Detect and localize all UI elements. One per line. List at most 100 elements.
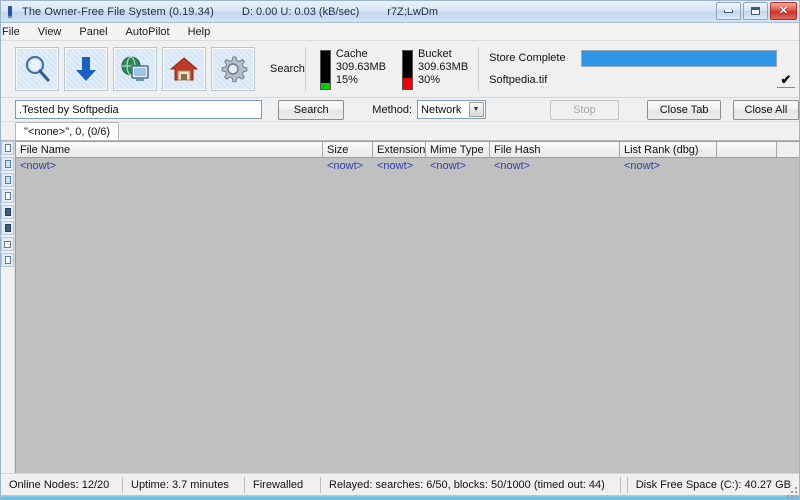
application-window: The Owner-Free File System (0.19.34) D: … bbox=[0, 0, 800, 500]
toolbar-settings-button[interactable] bbox=[211, 47, 255, 91]
cache-gauge-fill bbox=[320, 83, 330, 89]
menu-bar: File View Panel AutoPilot Help bbox=[1, 23, 799, 41]
search-button[interactable]: Search bbox=[278, 99, 345, 120]
menu-panel[interactable]: Panel bbox=[70, 24, 116, 40]
store-file-row: Softpedia.tif ✔ bbox=[489, 69, 795, 91]
cell-file-hash: <nowt> bbox=[494, 159, 531, 172]
cell-extra bbox=[717, 158, 777, 173]
status-relayed: Relayed: searches: 6/50, blocks: 50/1000… bbox=[321, 476, 621, 493]
network-globe-icon bbox=[121, 56, 149, 81]
download-arrow-icon bbox=[76, 57, 96, 81]
store-progress-fill bbox=[582, 50, 776, 66]
menu-autopilot[interactable]: AutoPilot bbox=[117, 24, 179, 40]
search-input[interactable] bbox=[15, 100, 263, 119]
home-icon bbox=[169, 57, 199, 81]
store-file-name: Softpedia.tif bbox=[489, 74, 548, 86]
close-all-button[interactable]: Close All bbox=[732, 99, 800, 120]
column-header-list-rank-dbg[interactable]: List Rank (dbg) bbox=[620, 142, 717, 157]
store-status-row: Store Complete bbox=[489, 47, 795, 69]
bucket-gauge-label: Bucket bbox=[418, 48, 452, 60]
status-online-nodes: Online Nodes: 12/20 bbox=[1, 476, 123, 493]
window-controls: ✕ bbox=[716, 2, 797, 20]
paste-icon[interactable] bbox=[1, 221, 14, 235]
stop-button[interactable]: Stop bbox=[549, 99, 620, 120]
bucket-gauge: Bucket 309.63MB 30% bbox=[402, 48, 468, 90]
close-icon: ✕ bbox=[778, 4, 789, 17]
method-select[interactable]: Network ▼ bbox=[417, 100, 486, 119]
cell-extension: <nowt> bbox=[377, 159, 414, 172]
new-file-icon[interactable] bbox=[1, 141, 14, 155]
column-header-mime-type[interactable]: Mime Type bbox=[426, 142, 490, 157]
window-net-stats: D: 0.00 U: 0.03 (kB/sec) bbox=[241, 5, 360, 18]
column-header-file-hash[interactable]: File Hash bbox=[490, 142, 620, 157]
main-area: File Name Size Extension Mime Type File Hash… bbox=[1, 141, 799, 473]
file-list-panel: File Name Size Extension Mime Type File Hash… bbox=[15, 141, 799, 473]
cache-gauge-bar bbox=[319, 50, 331, 90]
open-file-icon[interactable] bbox=[1, 157, 14, 171]
column-header-size[interactable]: Size bbox=[323, 142, 373, 157]
store-status-label: Store Complete bbox=[489, 52, 566, 64]
cache-gauge-percent: 15% bbox=[335, 74, 358, 86]
toolbar: Search Cache 309.63MB 15% Bucket 309.63M… bbox=[1, 41, 799, 98]
column-header-file-name[interactable]: File Name bbox=[16, 142, 323, 157]
file-list-rows: <nowt><nowt><nowt><nowt><nowt><nowt> SOF… bbox=[16, 158, 799, 473]
window-bottom-edge bbox=[1, 495, 799, 499]
column-header-blank[interactable] bbox=[717, 142, 777, 157]
resize-grip[interactable] bbox=[785, 485, 797, 497]
window-node-code: r7Z;LwDm bbox=[387, 5, 439, 18]
cut-icon[interactable] bbox=[1, 205, 14, 219]
side-toolbar bbox=[1, 141, 15, 473]
status-bar: Online Nodes: 12/20 Uptime: 3.7 minutes … bbox=[1, 473, 799, 497]
search-bar: Search Method: Network ▼ Stop Close Tab … bbox=[1, 98, 800, 122]
magnifier-icon bbox=[26, 56, 50, 82]
store-progress-panel: Store Complete Softpedia.tif ✔ bbox=[479, 41, 799, 97]
file-list-header: File Name Size Extension Mime Type File Hash… bbox=[16, 142, 799, 158]
minimize-icon bbox=[724, 9, 733, 13]
cache-gauge-label: Cache bbox=[335, 48, 368, 60]
menu-view[interactable]: View bbox=[29, 24, 71, 40]
maximize-button[interactable] bbox=[743, 2, 768, 20]
close-tab-button[interactable]: Close Tab bbox=[647, 99, 721, 120]
cell-list-rank: <nowt> bbox=[624, 159, 661, 172]
menu-help[interactable]: Help bbox=[179, 24, 220, 40]
bucket-gauge-percent: 30% bbox=[418, 74, 441, 86]
status-disk-free: Disk Free Space (C:): 40.27 GB bbox=[626, 476, 799, 493]
window-title: The Owner-Free File System (0.19.34) bbox=[22, 5, 214, 18]
cache-gauge-size: 309.63MB bbox=[335, 61, 387, 73]
properties-icon[interactable] bbox=[1, 253, 14, 267]
save-file-icon[interactable] bbox=[1, 173, 14, 187]
title-bar: The Owner-Free File System (0.19.34) D: … bbox=[1, 1, 799, 23]
cell-mime-type: <nowt> bbox=[430, 159, 467, 172]
status-firewalled: Firewalled bbox=[245, 476, 321, 493]
chevron-down-icon[interactable]: ▼ bbox=[468, 102, 484, 117]
maximize-icon bbox=[751, 7, 760, 15]
method-label: Method: bbox=[372, 103, 413, 116]
toolbar-network-button[interactable] bbox=[113, 47, 157, 91]
ofsystem-icon bbox=[4, 5, 18, 19]
toolbar-search-button[interactable] bbox=[15, 47, 59, 91]
toolbar-download-button[interactable] bbox=[64, 47, 108, 91]
close-button[interactable]: ✕ bbox=[770, 2, 797, 20]
bucket-gauge-size: 309.63MB bbox=[418, 61, 469, 73]
column-header-extension[interactable]: Extension bbox=[373, 142, 426, 157]
tab-strip: "<none>", 0, (0/6) bbox=[1, 122, 799, 141]
table-row[interactable]: <nowt> <nowt> <nowt> <nowt> <nowt> <nowt> bbox=[16, 158, 799, 173]
bucket-gauge-bar bbox=[402, 50, 414, 90]
store-check-icon: ✔ bbox=[777, 72, 795, 88]
toolbar-home-button[interactable] bbox=[162, 47, 206, 91]
minimize-button[interactable] bbox=[716, 2, 741, 20]
cache-gauge: Cache 309.63MB 15% bbox=[319, 48, 387, 90]
tab-none[interactable]: "<none>", 0, (0/6) bbox=[15, 122, 120, 140]
gauges-panel: Cache 309.63MB 15% Bucket 309.63MB 30% bbox=[306, 41, 478, 97]
copy-icon[interactable] bbox=[1, 189, 14, 203]
cell-file-name: <nowt> bbox=[20, 159, 57, 172]
toolbar-buttons: Search bbox=[1, 41, 305, 97]
store-progress-bar bbox=[581, 49, 777, 67]
list-view-icon[interactable] bbox=[1, 237, 14, 251]
cell-size: <nowt> bbox=[327, 159, 364, 172]
method-select-value: Network bbox=[421, 103, 462, 116]
bucket-gauge-fill bbox=[403, 77, 413, 89]
toolbar-label: Search bbox=[270, 63, 305, 75]
menu-file[interactable]: File bbox=[1, 24, 29, 40]
gear-icon bbox=[221, 56, 248, 83]
